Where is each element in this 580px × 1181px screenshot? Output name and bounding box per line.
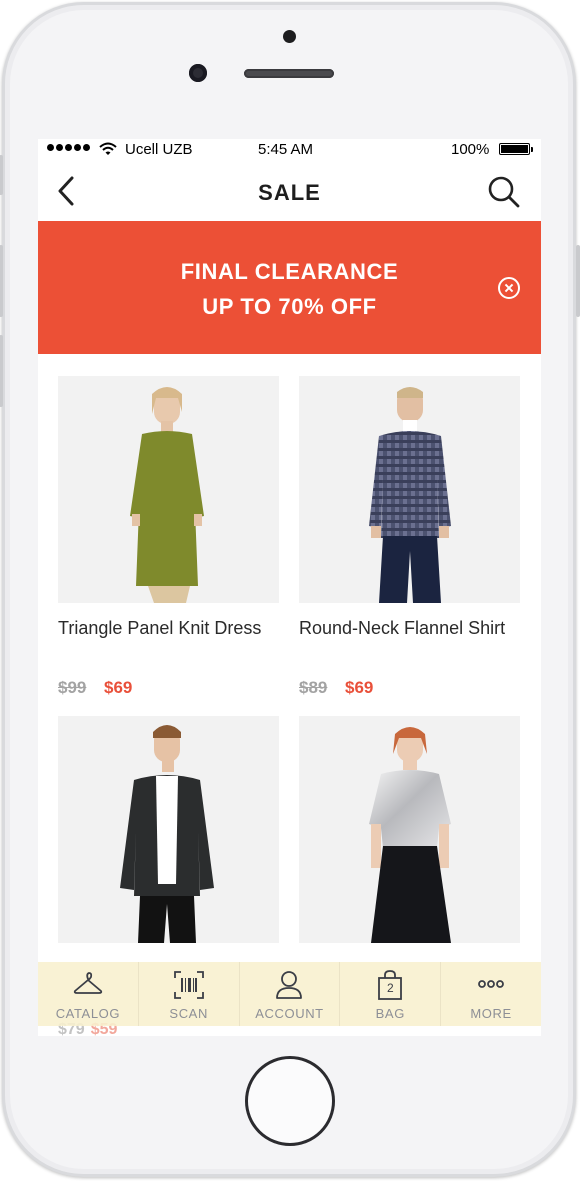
- product-photo-dress: [58, 376, 279, 603]
- tab-account[interactable]: ACCOUNT: [240, 962, 341, 1026]
- tab-label: CATALOG: [55, 1006, 121, 1021]
- product-image[interactable]: [58, 716, 279, 943]
- mute-switch: [0, 155, 3, 195]
- product-card[interactable]: [58, 716, 279, 943]
- banner-subheadline: UP TO 70% OFF: [202, 294, 377, 319]
- product-name: Round-Neck Flannel Shirt: [299, 618, 506, 638]
- hanger-icon: [73, 972, 103, 994]
- tab-label: BAG: [375, 1006, 405, 1021]
- status-time: 5:45 AM: [258, 141, 314, 158]
- banner-headline: FINAL CLEARANCE: [180, 259, 399, 284]
- bag-count-badge: 2: [386, 981, 394, 995]
- product-sale-price: $69: [345, 678, 374, 697]
- user-icon: [276, 971, 303, 999]
- tab-label: ACCOUNT: [255, 1006, 324, 1021]
- more-dots-icon: [478, 980, 504, 988]
- barcode-scan-icon: [173, 971, 204, 999]
- volume-down-button: [0, 335, 3, 407]
- signal-strength-icon: [47, 144, 90, 151]
- earpiece-speaker: [244, 69, 334, 78]
- battery-icon: [499, 143, 533, 155]
- product-card[interactable]: [299, 716, 520, 943]
- proximity-sensor: [283, 30, 296, 43]
- home-button[interactable]: [245, 1056, 335, 1146]
- status-bar: Ucell UZB 5:45 AM 100%: [38, 139, 541, 161]
- product-image[interactable]: [299, 376, 520, 603]
- product-sale-price: $69: [104, 678, 133, 697]
- wifi-icon: [99, 142, 117, 155]
- power-button: [576, 245, 580, 317]
- product-original-price: $89: [299, 678, 328, 697]
- tab-bar: CATALOG SCAN ACCOUNT 2 BAG MORE: [38, 962, 541, 1026]
- tab-label: SCAN: [169, 1006, 208, 1021]
- product-card[interactable]: Round-Neck Flannel Shirt $89 $69: [299, 376, 520, 706]
- tab-label: MORE: [470, 1006, 512, 1021]
- product-photo-shirt: [299, 376, 520, 603]
- volume-up-button: [0, 245, 3, 317]
- tab-more[interactable]: MORE: [441, 962, 541, 1026]
- carrier-name: Ucell UZB: [125, 141, 193, 158]
- product-image[interactable]: [299, 716, 520, 943]
- tab-scan[interactable]: SCAN: [139, 962, 240, 1026]
- product-name: Triangle Panel Knit Dress: [58, 618, 262, 638]
- tab-catalog[interactable]: CATALOG: [38, 962, 139, 1026]
- product-original-price: $99: [58, 678, 87, 697]
- search-icon: [488, 176, 520, 208]
- app-screen: Ucell UZB 5:45 AM 100% SALE FINAL CLEARA…: [38, 139, 541, 1036]
- sale-banner[interactable]: FINAL CLEARANCE UP TO 70% OFF: [38, 221, 541, 354]
- front-camera: [189, 64, 207, 82]
- battery-percentage: 100%: [451, 141, 490, 158]
- product-image[interactable]: [58, 376, 279, 603]
- product-photo-metallic-top: [299, 716, 520, 943]
- tab-bag[interactable]: 2 BAG: [340, 962, 442, 1026]
- page-title: SALE: [258, 180, 321, 205]
- product-photo-cardigan: [58, 716, 279, 943]
- close-circle-icon[interactable]: [498, 277, 520, 299]
- navigation-bar: SALE: [38, 161, 541, 221]
- product-card[interactable]: Triangle Panel Knit Dress $99 $69: [58, 376, 279, 706]
- search-button[interactable]: [486, 174, 522, 210]
